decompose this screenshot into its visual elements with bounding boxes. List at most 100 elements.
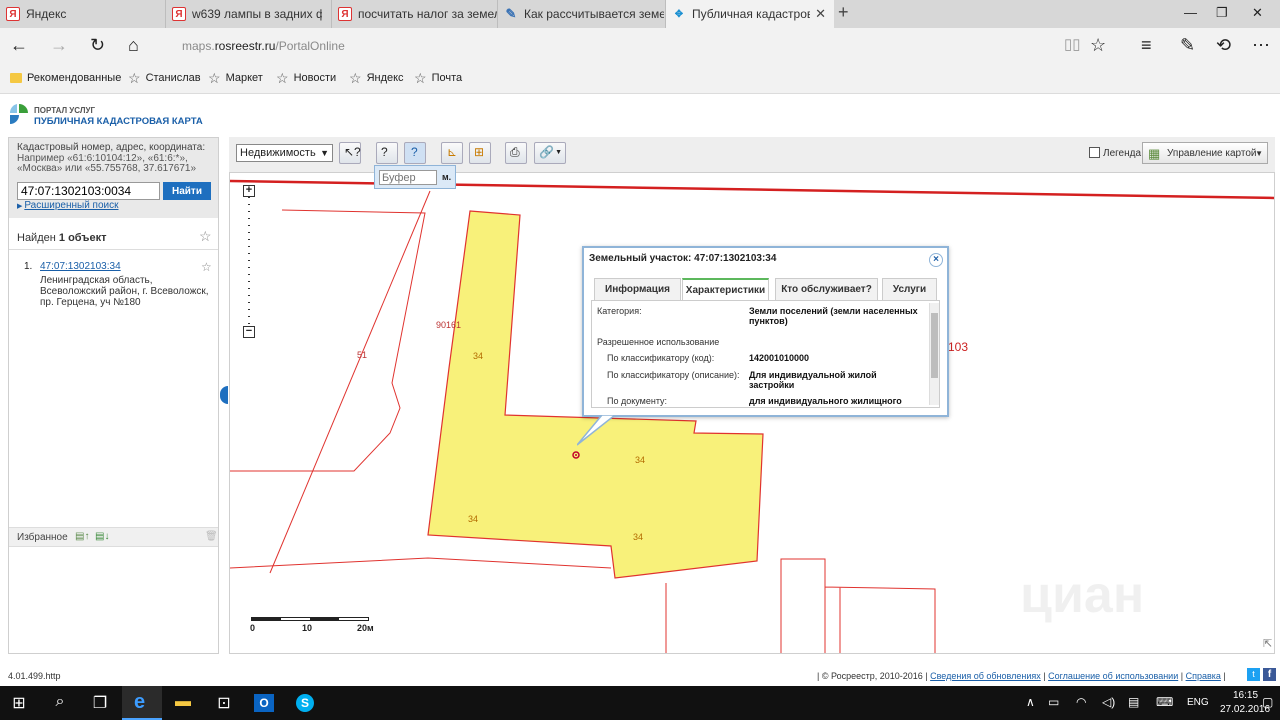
- hub-icon[interactable]: ≡: [1141, 35, 1152, 56]
- popup-tab-label: Кто обслуживает?: [781, 284, 872, 295]
- resize-icon[interactable]: ⇱: [1263, 637, 1272, 650]
- zoom-out-button[interactable]: −: [243, 326, 255, 338]
- result-cadastral-link[interactable]: 47:07:1302103:34: [40, 261, 121, 272]
- zoom-slider[interactable]: [248, 197, 250, 325]
- clock-time[interactable]: 16:15: [1233, 690, 1258, 701]
- calc-icon: ✎: [505, 6, 517, 21]
- buffer-input[interactable]: [379, 170, 437, 185]
- skype-icon[interactable]: S: [296, 694, 314, 712]
- task-view-icon[interactable]: ❐: [89, 693, 111, 713]
- layer-select[interactable]: Недвижимость ▼: [236, 144, 333, 162]
- window-close-icon[interactable]: ✕: [1252, 5, 1263, 21]
- reading-view-icon[interactable]: ▯▯: [1064, 35, 1081, 53]
- result-item[interactable]: 1. 47:07:1302103:34 Ленинградская област…: [9, 256, 218, 308]
- help-link[interactable]: Справка: [1186, 671, 1221, 681]
- forward-icon[interactable]: →: [50, 35, 68, 56]
- notifications-icon[interactable]: ▤: [1128, 695, 1139, 709]
- map-control-label: Управление картой: [1167, 147, 1257, 159]
- measure-tool[interactable]: ⊾: [441, 142, 463, 164]
- status-bar: 4.01.499.http | © Росреестр, 2010-2016 |…: [0, 665, 1280, 686]
- area-tool[interactable]: ⊞: [469, 142, 491, 164]
- query-tool[interactable]: ?: [376, 142, 398, 164]
- popup-tab-services[interactable]: Услуги: [882, 278, 937, 300]
- file-explorer-icon[interactable]: ▬: [172, 693, 194, 713]
- scale-label: 10: [302, 623, 313, 633]
- favorite-label: Станислав: [145, 72, 201, 84]
- wifi-icon[interactable]: ◠: [1076, 695, 1086, 709]
- import-icon[interactable]: ▤↓: [95, 531, 109, 542]
- parcel-label: 90161: [436, 320, 462, 330]
- folder-icon: [10, 73, 22, 83]
- show-hidden-icons[interactable]: ∧: [1026, 695, 1035, 709]
- legend-checkbox[interactable]: [1089, 147, 1100, 158]
- address-bar[interactable]: maps.rosreestr.ru/PortalOnline: [182, 39, 345, 53]
- favorite-mail[interactable]: ☆ Почта: [414, 71, 462, 85]
- new-tab-icon[interactable]: +: [838, 2, 849, 23]
- language-indicator[interactable]: ENG: [1187, 697, 1209, 708]
- info-tool[interactable]: ?: [404, 142, 426, 164]
- popup-tab-service[interactable]: Кто обслуживает?: [775, 278, 878, 300]
- minimize-icon[interactable]: —: [1184, 5, 1197, 20]
- updates-link[interactable]: Сведения об обновлениях: [930, 671, 1041, 681]
- browser-tab-tax[interactable]: Я посчитать налог за земель: [332, 0, 498, 28]
- volume-icon[interactable]: ◁): [1102, 695, 1115, 709]
- favorite-yandex[interactable]: ☆ Яндекс: [349, 71, 404, 85]
- results-count: 1 объект: [58, 232, 107, 244]
- search-hint-title: Кадастровый номер, адрес, координата:: [17, 142, 206, 153]
- star-icon[interactable]: ☆: [199, 228, 212, 245]
- favorite-news[interactable]: ☆ Новости: [276, 71, 336, 85]
- trash-icon[interactable]: 🗑: [205, 531, 218, 542]
- twitter-icon[interactable]: t: [1247, 668, 1260, 681]
- popup-tab-label: Информация: [605, 284, 670, 295]
- more-icon[interactable]: ⋯: [1252, 35, 1270, 56]
- agreement-link[interactable]: Соглашение об использовании: [1048, 671, 1178, 681]
- home-icon[interactable]: ⌂: [128, 35, 139, 56]
- search-button[interactable]: Найти: [163, 182, 211, 200]
- outlook-icon[interactable]: O: [254, 694, 274, 712]
- favorite-star-icon[interactable]: ☆: [1090, 35, 1106, 56]
- popup-row-value: 142001010000: [749, 353, 810, 363]
- store-icon[interactable]: ⊡: [213, 693, 235, 713]
- favorite-recommended[interactable]: Рекомендованные: [10, 72, 121, 84]
- popup-tab-characteristics[interactable]: Характеристики: [682, 278, 769, 300]
- scale-bar: [251, 617, 369, 621]
- popup-tab-info[interactable]: Информация: [594, 278, 681, 300]
- browser-tab-calc[interactable]: ✎ Как рассчитывается земел: [498, 0, 666, 28]
- windows-start-icon[interactable]: ⊞: [8, 693, 30, 713]
- browser-tab-lamps[interactable]: Я w639 лампы в задних фона: [166, 0, 332, 28]
- refresh-icon[interactable]: ↻: [90, 35, 105, 56]
- favorite-stanislav[interactable]: ☆ Станислав: [128, 71, 201, 85]
- identify-tool[interactable]: ↖?: [339, 142, 361, 164]
- print-tool[interactable]: ⎙: [505, 142, 527, 164]
- scale-label: 20м: [357, 623, 374, 633]
- back-icon[interactable]: ←: [10, 35, 28, 56]
- version-text: 4.01.499.http: [8, 671, 61, 681]
- keyboard-icon[interactable]: ⌨: [1156, 695, 1173, 709]
- edge-taskbar-item[interactable]: e: [122, 686, 162, 720]
- web-note-icon[interactable]: ✎: [1180, 35, 1195, 56]
- link-tool[interactable]: 🔗 ▼: [534, 142, 566, 164]
- restore-icon[interactable]: ❐: [1216, 5, 1228, 21]
- popup-scrollbar[interactable]: [929, 303, 939, 405]
- star-icon[interactable]: ☆: [201, 260, 212, 274]
- browser-tab-kadastr[interactable]: ✥ Публичная кадастрова ✕: [666, 0, 834, 28]
- share-icon[interactable]: ⟲: [1216, 35, 1231, 56]
- area-icon: ⊞: [474, 145, 485, 159]
- advanced-search-link[interactable]: ▶ Расширенный поиск: [17, 200, 119, 211]
- collapse-panel-handle[interactable]: [220, 386, 228, 404]
- zoom-in-button[interactable]: +: [243, 185, 255, 197]
- portal-logo[interactable]: ПОРТАЛ УСЛУГ ПУБЛИЧНАЯ КАДАСТРОВАЯ КАРТА: [8, 100, 206, 132]
- map-control-dropdown[interactable]: ▦ Управление картой ▼: [1142, 142, 1268, 164]
- search-icon[interactable]: ⌕: [49, 693, 71, 713]
- close-tab-icon[interactable]: ✕: [815, 6, 826, 22]
- battery-icon[interactable]: ▭: [1048, 695, 1059, 709]
- parcel-label: 34: [468, 514, 479, 524]
- browser-tab-yandex[interactable]: Я Яндекс: [0, 0, 166, 28]
- export-icon[interactable]: ▤↑: [75, 531, 89, 542]
- favorite-market[interactable]: ☆ Маркет: [208, 71, 263, 85]
- search-input[interactable]: [17, 182, 160, 200]
- popup-close-icon[interactable]: ×: [929, 253, 943, 267]
- action-center-icon[interactable]: ▢: [1262, 695, 1273, 709]
- neighbor-parcel: [665, 558, 936, 653]
- facebook-icon[interactable]: f: [1263, 668, 1276, 681]
